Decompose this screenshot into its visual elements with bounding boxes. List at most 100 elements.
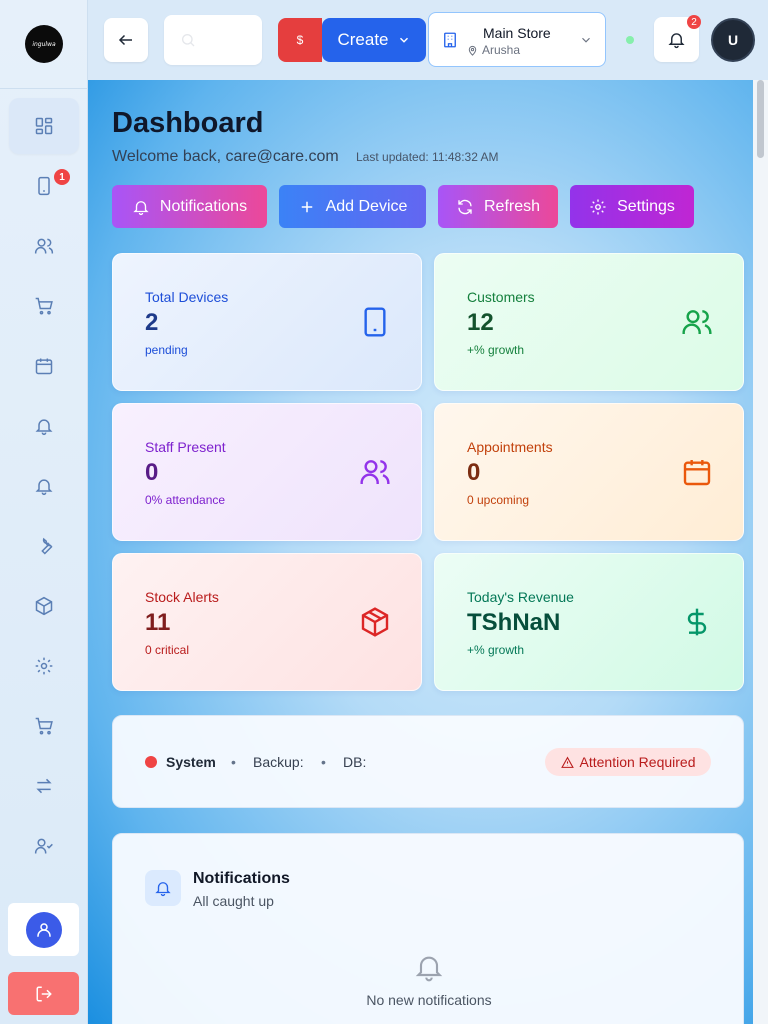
stat-sub: pending — [145, 343, 188, 357]
back-button[interactable] — [104, 18, 148, 62]
users-icon — [681, 306, 713, 338]
backup-status: Backup: — [253, 754, 304, 770]
devices-badge: 1 — [54, 169, 70, 185]
stat-sub: 0% attendance — [145, 493, 226, 507]
calendar-icon — [34, 356, 54, 376]
stat-value: 0 — [467, 459, 481, 486]
add-device-label: Add Device — [325, 197, 408, 215]
stat-value: 11 — [145, 609, 171, 636]
user-check-icon — [34, 836, 54, 856]
sidebar-item-devices[interactable]: 1 — [9, 158, 79, 214]
sidebar-item-dashboard[interactable] — [9, 98, 79, 154]
box-icon — [34, 596, 54, 616]
separator-dot: • — [321, 754, 326, 770]
welcome-text: Welcome back, care@care.com — [112, 148, 339, 165]
last-updated: Last updated: 11:48:32 AM — [356, 150, 499, 164]
scrollbar-thumb[interactable] — [757, 80, 764, 158]
gear-icon — [34, 656, 54, 676]
sidebar-divider — [0, 88, 88, 89]
stat-label: Customers — [467, 289, 535, 305]
stat-label: Staff Present — [145, 439, 226, 455]
sidebar: ingulwa 1 — [0, 0, 88, 1024]
stat-card-staff[interactable]: Staff Present 0 0% attendance — [112, 403, 422, 541]
phone-icon — [34, 176, 54, 196]
stat-label: Total Devices — [145, 289, 229, 305]
store-location-text: Arusha — [482, 43, 521, 57]
map-pin-icon — [467, 45, 478, 56]
store-selector[interactable]: Main Store Arusha — [428, 12, 606, 67]
avatar[interactable]: U — [711, 18, 755, 62]
quick-sale-button[interactable]: $ — [278, 18, 322, 62]
chevron-down-icon — [579, 33, 593, 47]
scrollbar[interactable] — [753, 80, 768, 1024]
stat-value: 2 — [145, 309, 159, 336]
gear-icon — [589, 198, 607, 216]
stat-sub: +% growth — [467, 343, 525, 357]
stat-card-stock-alerts[interactable]: Stock Alerts 11 0 critical — [112, 553, 422, 691]
dollar-icon — [681, 606, 713, 638]
stat-sub: 0 critical — [145, 643, 190, 657]
stat-sub: 0 upcoming — [467, 493, 530, 507]
attention-text: Attention Required — [579, 754, 696, 770]
sidebar-item-staff[interactable] — [9, 818, 79, 874]
refresh-icon — [456, 198, 474, 216]
page-title: Dashboard — [112, 107, 264, 139]
users-icon — [359, 456, 391, 488]
stat-value: 12 — [467, 309, 494, 336]
online-status-dot — [626, 36, 634, 44]
sidebar-item-sales[interactable] — [9, 698, 79, 754]
stat-value: 0 — [145, 459, 159, 486]
sidebar-item-calendar[interactable] — [9, 338, 79, 394]
notifications-panel: Notifications All caught up No new notif… — [112, 833, 744, 1024]
arrow-left-icon — [117, 31, 135, 49]
logout-icon — [35, 985, 53, 1003]
cart-icon — [34, 716, 54, 736]
sidebar-item-alerts[interactable] — [9, 398, 79, 454]
box-icon — [359, 606, 391, 638]
sidebar-item-repairs[interactable] — [9, 518, 79, 574]
search-input[interactable] — [164, 15, 262, 65]
notifications-title: Notifications — [193, 870, 290, 887]
bell-icon — [145, 870, 181, 906]
sidebar-item-inventory[interactable] — [9, 578, 79, 634]
stat-label: Stock Alerts — [145, 589, 219, 605]
stat-card-revenue[interactable]: Today's Revenue TShNaN +% growth — [434, 553, 744, 691]
empty-notifications-text: No new notifications — [366, 992, 492, 1008]
logout-button[interactable] — [8, 972, 79, 1015]
brand-logo[interactable]: ingulwa — [25, 25, 63, 63]
grid-icon — [34, 116, 54, 136]
chevron-down-icon — [397, 33, 411, 47]
add-device-button[interactable]: Add Device — [279, 185, 426, 228]
transfer-icon — [34, 776, 54, 796]
separator-dot: • — [231, 754, 236, 770]
refresh-label: Refresh — [483, 197, 541, 215]
settings-button[interactable]: Settings — [570, 185, 694, 228]
stat-sub: +% growth — [467, 643, 525, 657]
sidebar-item-customers[interactable] — [9, 218, 79, 274]
stat-label: Appointments — [467, 439, 553, 455]
notifications-subtitle: All caught up — [193, 893, 274, 909]
sidebar-item-settings[interactable] — [9, 638, 79, 694]
refresh-button[interactable]: Refresh — [438, 185, 558, 228]
sidebar-profile-button[interactable] — [8, 903, 79, 956]
notification-count-badge: 2 — [687, 15, 701, 29]
sidebar-item-pos[interactable] — [9, 278, 79, 334]
users-icon — [34, 236, 54, 256]
create-button[interactable]: Create — [322, 18, 426, 62]
sidebar-item-transfers[interactable] — [9, 758, 79, 814]
stat-card-appointments[interactable]: Appointments 0 0 upcoming — [434, 403, 744, 541]
search-icon — [180, 32, 196, 48]
top-bar: $ Create Main Store Arusha 2 U — [88, 0, 768, 80]
stat-card-devices[interactable]: Total Devices 2 pending — [112, 253, 422, 391]
main-content: Dashboard Welcome back, care@care.com La… — [88, 80, 753, 1024]
settings-label: Settings — [617, 197, 675, 215]
notifications-action-label: Notifications — [159, 197, 248, 215]
create-label: Create — [337, 30, 389, 49]
notifications-action-button[interactable]: Notifications — [112, 185, 267, 228]
calendar-icon — [681, 456, 713, 488]
wrench-icon — [34, 536, 54, 556]
stat-card-customers[interactable]: Customers 12 +% growth — [434, 253, 744, 391]
bell-icon — [667, 30, 686, 49]
system-label: System — [166, 754, 216, 770]
sidebar-item-reminders[interactable] — [9, 458, 79, 514]
